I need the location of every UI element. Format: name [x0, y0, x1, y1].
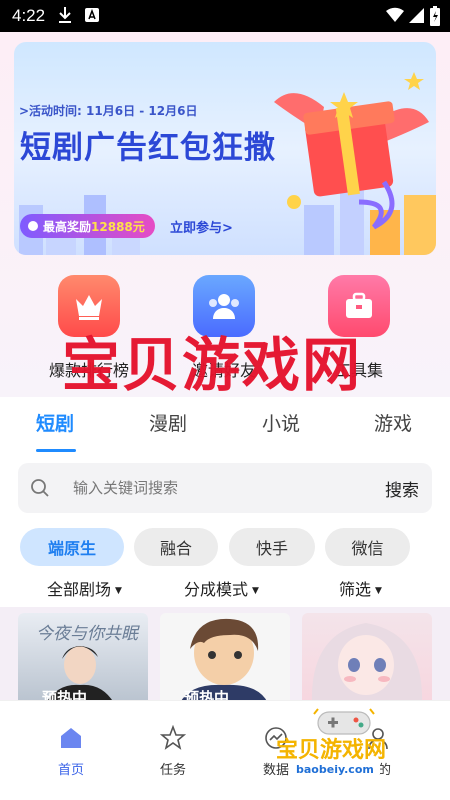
- drama-card[interactable]: 预热中: [160, 613, 290, 703]
- tab-short-drama[interactable]: 短剧: [36, 409, 74, 436]
- status-time: 4:22: [12, 6, 46, 25]
- filter-screen[interactable]: 筛选 ▼: [339, 576, 382, 600]
- nav-label: 任务: [159, 763, 186, 778]
- content-tabs: 短剧 漫剧 小说 游戏: [0, 397, 450, 457]
- banner-headline: 短剧广告红包狂撒: [20, 130, 276, 166]
- search-icon: [30, 478, 50, 502]
- search-bar[interactable]: 输入关键词搜索 搜索: [18, 463, 432, 513]
- drama-card[interactable]: [302, 613, 432, 703]
- filter-mode[interactable]: 分成模式 ▼: [184, 576, 259, 600]
- home-icon: [61, 728, 81, 748]
- drama-card[interactable]: 今夜与你共眠 预热中: [18, 613, 148, 703]
- active-tab-indicator: [36, 449, 76, 452]
- chip-fusion[interactable]: 融合: [134, 528, 218, 566]
- card-cover-image: [311, 623, 423, 703]
- tab-novel[interactable]: 小说: [262, 409, 300, 436]
- chip-wechat[interactable]: 微信: [325, 528, 410, 566]
- signal-icon: [409, 6, 425, 28]
- tab-comic-drama[interactable]: 漫剧: [149, 409, 187, 436]
- status-bar: 4:22: [0, 0, 450, 32]
- tab-games[interactable]: 游戏: [374, 409, 412, 436]
- watermark-logo-text: 宝贝游戏网: [276, 738, 387, 763]
- wifi-icon: [385, 6, 405, 28]
- chip-kuaishou[interactable]: 快手: [229, 528, 315, 566]
- filter-label: 全部剧场: [47, 580, 112, 599]
- watermark: 宝贝游戏网: [62, 331, 363, 399]
- caret-down-icon: ▼: [252, 586, 259, 596]
- join-link[interactable]: 立即参与>: [170, 217, 233, 236]
- search-button[interactable]: 搜索: [385, 476, 419, 501]
- chip-native[interactable]: 端原生: [20, 528, 124, 566]
- nav-home[interactable]: 首页: [41, 725, 101, 778]
- reward-amount: 12888元: [91, 219, 145, 234]
- activity-date: >活动时间: 11月6日 - 12月6日: [19, 104, 198, 118]
- filter-theater[interactable]: 全部剧场 ▼: [47, 576, 122, 600]
- promo-banner[interactable]: >活动时间: 11月6日 - 12月6日 短剧广告红包狂撒 最高奖励 12888…: [14, 42, 436, 255]
- reward-pill: 最高奖励 12888元: [20, 214, 155, 238]
- search-input[interactable]: 输入关键词搜索: [73, 477, 178, 498]
- caret-down-icon: ▼: [375, 586, 382, 596]
- star-icon: [159, 724, 187, 750]
- nav-tasks[interactable]: 任务: [143, 724, 203, 778]
- coin-icon: [28, 221, 38, 231]
- app-notification-icon: [84, 6, 100, 28]
- gift-box-icon: [274, 72, 429, 230]
- reward-prefix: 最高奖励: [43, 219, 92, 234]
- caret-down-icon: ▼: [115, 586, 122, 596]
- download-icon: [58, 6, 72, 28]
- filter-label: 筛选: [339, 580, 372, 599]
- nav-label: 首页: [57, 763, 84, 778]
- filter-label: 分成模式: [184, 580, 249, 599]
- watermark-url: baobeiy.com: [290, 762, 380, 777]
- battery-icon: [430, 6, 440, 30]
